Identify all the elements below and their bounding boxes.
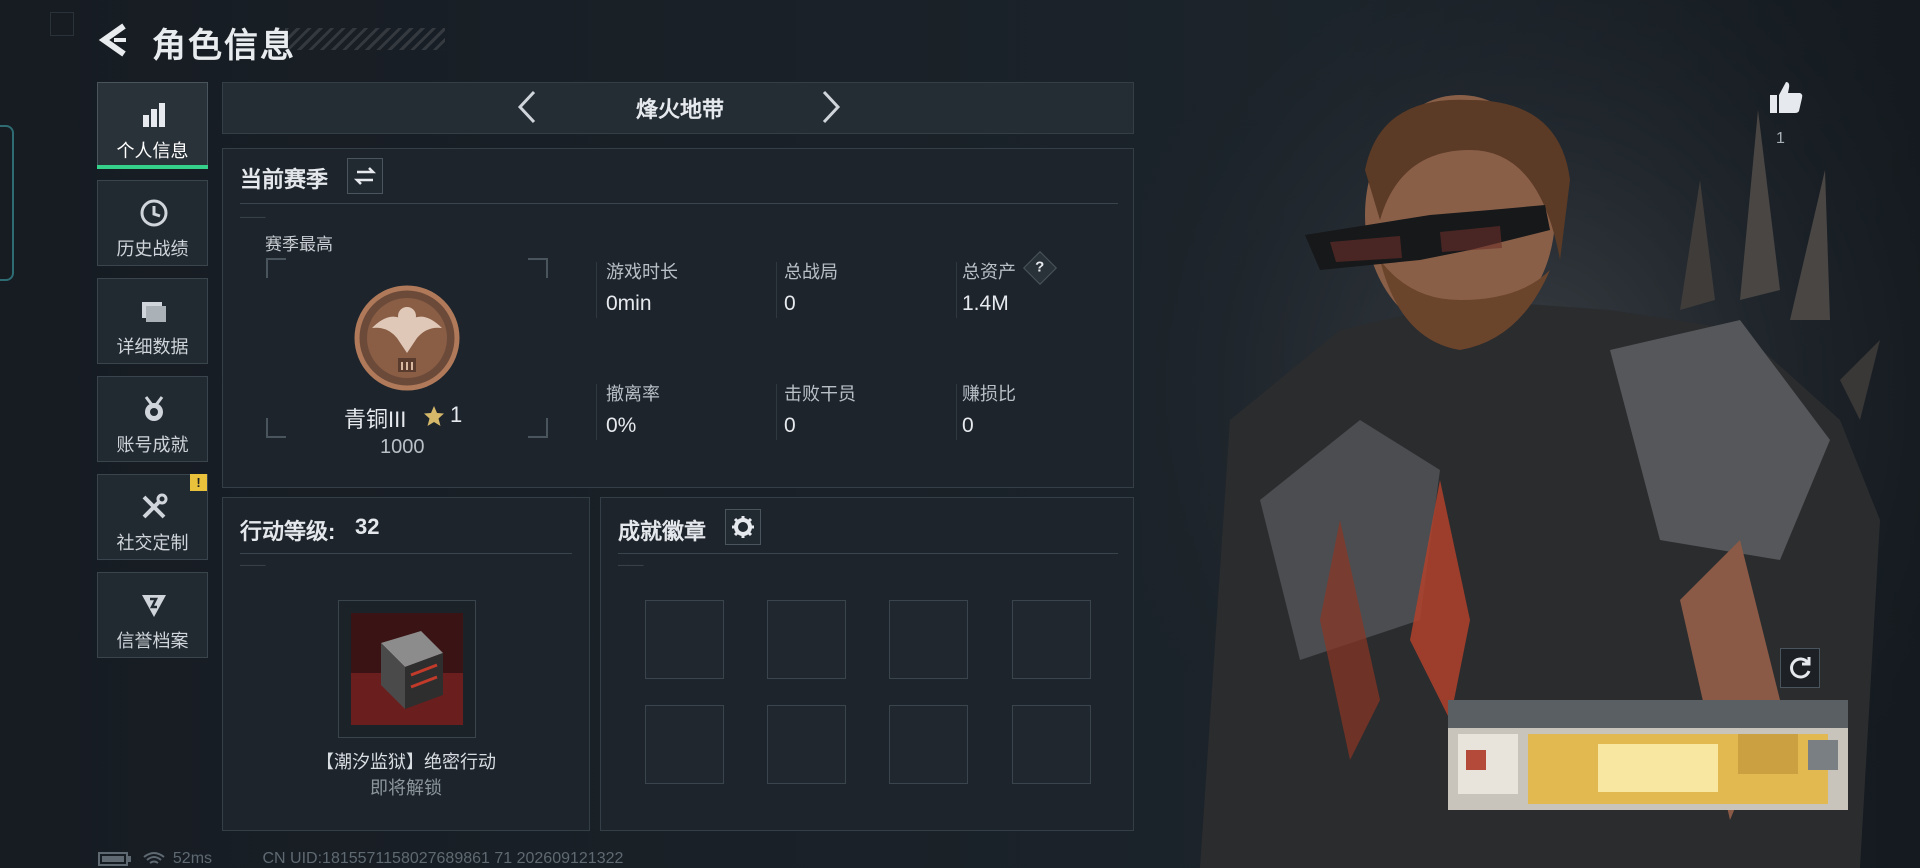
like-count: 1	[1776, 130, 1785, 147]
badge-slot[interactable]	[645, 600, 724, 679]
divider	[596, 384, 597, 440]
divider	[956, 384, 957, 440]
achievements-title: 成就徽章	[618, 519, 707, 544]
sidebar-item-label: 信誉档案	[116, 631, 189, 651]
sidebar-item-label: 个人信息	[116, 141, 189, 161]
badge-slot[interactable]	[645, 705, 724, 784]
sidebar-item-details[interactable]: 详细数据	[97, 278, 208, 364]
stat-label: 总资产	[962, 262, 1016, 282]
frame-corner	[528, 418, 548, 438]
divider	[956, 262, 957, 318]
stat-value: 0min	[606, 292, 652, 315]
season-best-label: 赛季最高	[265, 235, 333, 254]
medal-icon	[144, 396, 164, 421]
thumbs-up-icon[interactable]	[1766, 78, 1806, 118]
badge-slot[interactable]	[1012, 600, 1091, 679]
sidebar-item-personal-info[interactable]: 个人信息	[97, 82, 208, 169]
divider	[596, 262, 597, 318]
tools-icon	[142, 493, 168, 519]
uid-text: CN UID:1815571158027689861 71 2026091213…	[262, 850, 624, 867]
divider	[776, 262, 777, 318]
status-bar: 52ms CN UID:1815571158027689861 71 20260…	[98, 850, 623, 868]
stat-label: 总战局	[784, 262, 838, 282]
side-drawer-handle[interactable]	[0, 125, 14, 281]
shield-icon	[142, 595, 166, 617]
divider	[240, 553, 572, 554]
divider	[240, 203, 1118, 204]
refresh-icon	[1790, 657, 1811, 679]
decor-mark: ────	[240, 560, 266, 570]
notification-badge: !	[190, 474, 207, 491]
stat-value: 0	[962, 414, 974, 437]
help-icon: ?	[1035, 258, 1045, 276]
stat-value: 0	[784, 414, 796, 437]
clock-icon	[140, 199, 168, 227]
back-arrow-icon[interactable]	[96, 22, 136, 58]
sidebar-item-label: 历史战绩	[116, 239, 189, 259]
rank-score: 1000	[380, 436, 425, 458]
sidebar-item-label: 社交定制	[116, 533, 189, 553]
season-switch-button[interactable]	[347, 158, 383, 194]
rank-name: 青铜III	[344, 407, 407, 432]
decor-mark: ────	[240, 212, 266, 222]
frame-corner	[528, 258, 548, 278]
badge-slot[interactable]	[889, 705, 968, 784]
action-level-label: 行动等级:	[240, 519, 336, 544]
achievements-settings-button[interactable]	[725, 509, 761, 545]
reward-item-name: 【潮汐监狱】绝密行动	[316, 752, 496, 772]
divider	[776, 384, 777, 440]
bronze-rank-emblem-icon	[354, 285, 460, 391]
chevron-left-icon[interactable]	[512, 86, 542, 128]
action-level-value: 32	[355, 514, 380, 539]
stat-label: 赚损比	[962, 384, 1016, 404]
sidebar-item-label: 详细数据	[116, 337, 189, 357]
season-title: 当前赛季	[240, 167, 329, 192]
stat-label: 击败干员	[784, 384, 856, 404]
mode-label: 烽火地带	[635, 97, 724, 122]
reward-item-frame[interactable]	[338, 600, 476, 738]
divider	[618, 553, 1118, 554]
badge-slot[interactable]	[1012, 705, 1091, 784]
ping-value: 52ms	[172, 850, 213, 867]
gear-icon	[732, 516, 754, 538]
bar-chart-icon	[143, 103, 165, 127]
stat-label: 游戏时长	[606, 262, 678, 282]
sidebar-item-history[interactable]: 历史战绩	[97, 180, 208, 266]
decor-corner	[50, 12, 74, 36]
sidebar-item-label: 账号成就	[116, 435, 189, 455]
badge-slot[interactable]	[767, 600, 846, 679]
battery-icon	[98, 851, 131, 866]
wifi-icon	[143, 851, 166, 864]
stat-value: 0%	[606, 414, 637, 437]
stat-label: 撤离率	[606, 384, 660, 404]
reward-item-status: 即将解锁	[370, 778, 442, 798]
frame-corner	[266, 418, 286, 438]
chevron-right-icon[interactable]	[816, 86, 846, 128]
frame-corner	[266, 258, 286, 278]
star-icon	[424, 406, 444, 426]
sidebar-item-credit[interactable]: 信誉档案	[97, 572, 208, 658]
badge-slot[interactable]	[767, 705, 846, 784]
rank-stars: 1	[450, 402, 463, 427]
stat-value: 0	[784, 292, 796, 315]
rotate-model-button[interactable]	[1780, 648, 1820, 688]
decor-mark: ────	[618, 560, 644, 570]
page-title: 角色信息	[152, 27, 296, 65]
sidebar-item-achievements[interactable]: 账号成就	[97, 376, 208, 462]
swap-icon	[353, 167, 377, 185]
stat-value: 1.4M	[962, 292, 1009, 315]
folder-icon	[142, 302, 166, 322]
redacted-banner	[1448, 700, 1848, 810]
title-decor	[285, 28, 445, 50]
prison-operation-icon	[351, 613, 463, 725]
badge-slot[interactable]	[889, 600, 968, 679]
